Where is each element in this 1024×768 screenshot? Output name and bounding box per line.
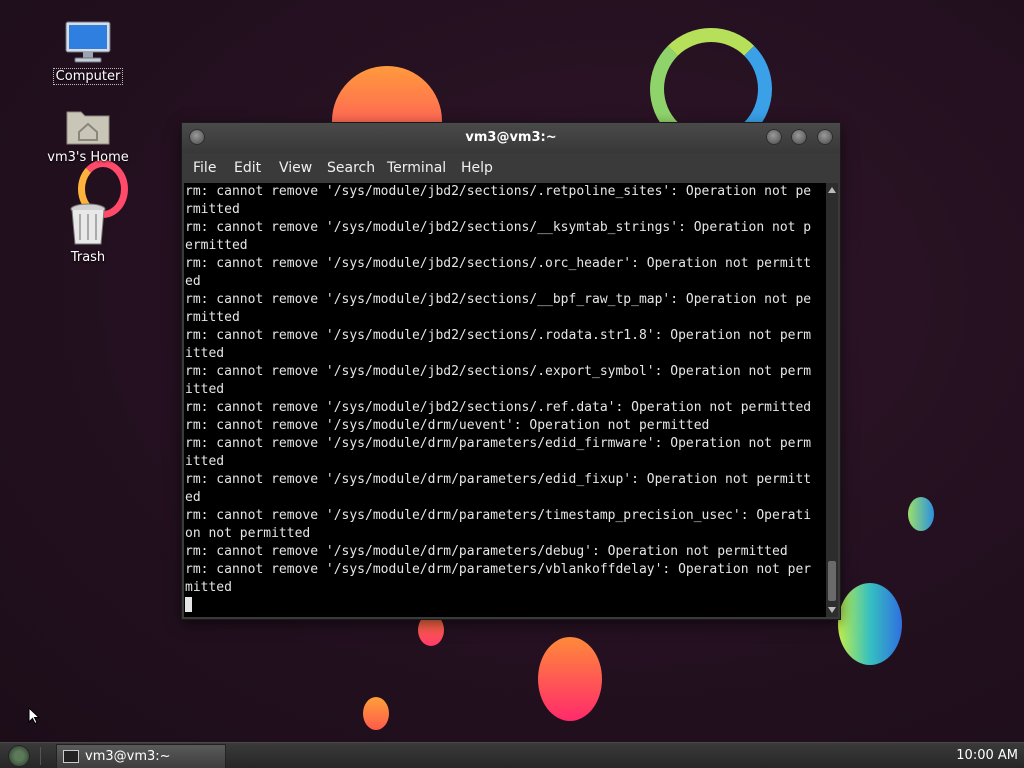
desktop-icon-home[interactable]: vm3's Home <box>43 104 133 165</box>
menubar: File Edit View Search Terminal Help <box>182 153 840 183</box>
trash-icon <box>68 202 108 248</box>
terminal-window[interactable]: vm3@vm3:~ File Edit View Search Terminal… <box>182 123 840 619</box>
terminal-line: rmitted <box>185 202 240 217</box>
minimize-button[interactable] <box>766 129 782 145</box>
start-menu-button[interactable] <box>8 745 30 767</box>
terminal-text: rm: cannot remove '/sys/module/jbd2/sect… <box>184 183 826 597</box>
taskbar-item-label: vm3@vm3:~ <box>85 749 171 764</box>
terminal-prompt-line <box>184 597 826 615</box>
terminal-line: itted <box>185 382 225 397</box>
terminal-line: ed <box>185 490 201 505</box>
menu-help[interactable]: Help <box>461 160 493 176</box>
computer-icon <box>63 20 113 66</box>
terminal-line: on not permitted <box>185 526 311 541</box>
desktop-icon-label: Computer <box>52 68 124 85</box>
mouse-pointer-icon <box>28 706 41 729</box>
terminal-line: rm: cannot remove '/sys/module/drm/param… <box>185 508 812 523</box>
terminal-line: ermitted <box>185 238 248 253</box>
terminal-line: rm: cannot remove '/sys/module/jbd2/sect… <box>185 184 812 199</box>
terminal-line: rm: cannot remove '/sys/module/jbd2/sect… <box>185 256 812 271</box>
terminal-icon <box>63 750 79 763</box>
terminal-line: mitted <box>185 580 232 595</box>
menu-view[interactable]: View <box>279 160 312 176</box>
terminal-line: rm: cannot remove '/sys/module/jbd2/sect… <box>185 400 812 415</box>
terminal-line: rmitted <box>185 310 240 325</box>
wallpaper-green-blue-blob <box>838 583 902 665</box>
terminal-line: rm: cannot remove '/sys/module/jbd2/sect… <box>185 364 812 379</box>
terminal-line: rm: cannot remove '/sys/module/jbd2/sect… <box>185 328 812 343</box>
taskbar-item-terminal[interactable]: vm3@vm3:~ <box>56 744 226 768</box>
menu-search[interactable]: Search <box>327 160 375 176</box>
terminal-line: itted <box>185 454 225 469</box>
menu-terminal[interactable]: Terminal <box>387 160 446 176</box>
home-folder-icon <box>64 104 112 148</box>
wallpaper-blue-blob <box>908 497 934 531</box>
terminal-output[interactable]: rm: cannot remove '/sys/module/jbd2/sect… <box>184 183 826 617</box>
terminal-line: rm: cannot remove '/sys/module/drm/param… <box>185 562 812 577</box>
terminal-line: rm: cannot remove '/sys/module/jbd2/sect… <box>185 220 812 235</box>
window-titlebar[interactable]: vm3@vm3:~ <box>182 123 840 153</box>
scroll-down-arrow-icon[interactable] <box>828 607 836 613</box>
desktop-icon-computer[interactable]: Computer <box>43 20 133 85</box>
taskbar: vm3@vm3:~ 10:00 AM <box>0 742 1024 768</box>
terminal-line: rm: cannot remove '/sys/module/jbd2/sect… <box>185 292 812 307</box>
maximize-button[interactable] <box>791 129 807 145</box>
terminal-line: itted <box>185 346 225 361</box>
desktop-icon-label: vm3's Home <box>47 150 129 165</box>
desktop-icon-trash[interactable]: Trash <box>43 202 133 265</box>
wallpaper-pink-blob-2 <box>538 637 602 721</box>
menu-file[interactable]: File <box>193 160 216 176</box>
scrollbar-thumb[interactable] <box>828 561 836 601</box>
wallpaper-orange-blob-small <box>363 697 389 730</box>
terminal-line: ed <box>185 274 201 289</box>
terminal-line: rm: cannot remove '/sys/module/drm/ueven… <box>185 418 710 433</box>
scroll-up-arrow-icon[interactable] <box>828 187 836 193</box>
vertical-scrollbar[interactable] <box>826 183 838 617</box>
terminal-line: rm: cannot remove '/sys/module/drm/param… <box>185 472 812 487</box>
taskbar-separator <box>40 747 41 765</box>
close-button[interactable] <box>817 129 833 145</box>
text-cursor <box>185 597 192 612</box>
window-title: vm3@vm3:~ <box>465 130 557 145</box>
desktop-icon-label: Trash <box>70 250 106 265</box>
terminal-line: rm: cannot remove '/sys/module/drm/param… <box>185 436 812 451</box>
menu-edit[interactable]: Edit <box>234 160 261 176</box>
clock[interactable]: 10:00 AM <box>956 748 1018 763</box>
terminal-line: rm: cannot remove '/sys/module/drm/param… <box>185 544 788 559</box>
